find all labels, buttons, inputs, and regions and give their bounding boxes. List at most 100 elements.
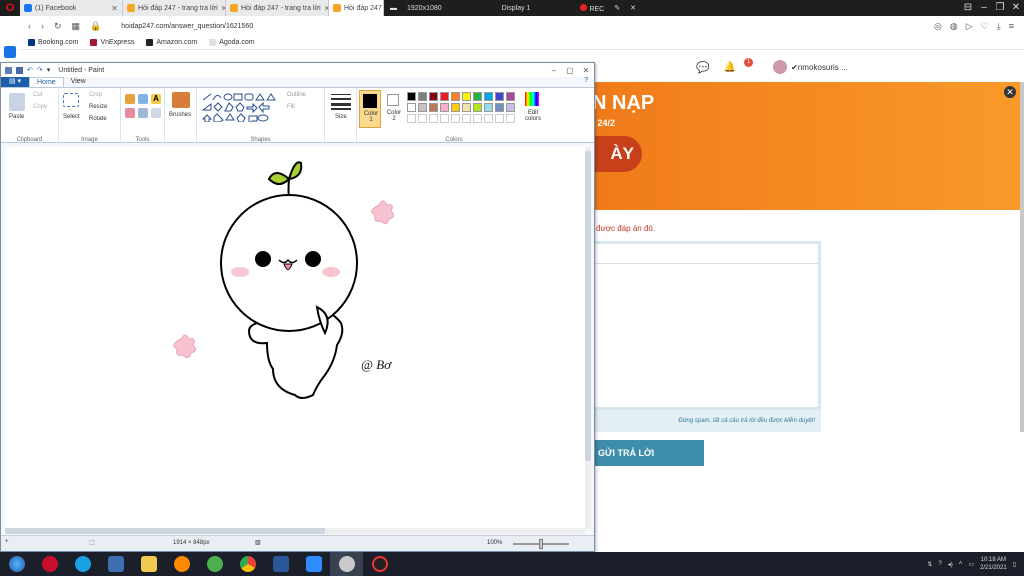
- palette-swatch[interactable]: [429, 92, 438, 101]
- bookmark-item[interactable]: Booking.com: [28, 39, 78, 46]
- banner-button[interactable]: ÀY: [592, 136, 642, 172]
- bookmark-item[interactable]: Agoda.com: [209, 39, 255, 46]
- paste-icon[interactable]: [9, 93, 25, 111]
- save-icon[interactable]: [16, 66, 23, 74]
- volume-icon[interactable]: ◂): [948, 561, 953, 568]
- battery-icon[interactable]: ▭: [968, 561, 974, 568]
- fill-button[interactable]: Fill: [287, 104, 295, 110]
- copy-button[interactable]: Copy: [33, 104, 47, 110]
- taskbar-explorer[interactable]: [132, 552, 165, 576]
- bell-icon[interactable]: 🔔: [724, 62, 736, 73]
- brush-icon[interactable]: [172, 92, 190, 108]
- dropdown-icon[interactable]: ▾: [47, 66, 51, 74]
- select-icon[interactable]: [63, 93, 79, 107]
- edit-colors-button[interactable]: Edit colors: [521, 110, 545, 122]
- brushes-button[interactable]: Brushes: [169, 112, 191, 118]
- color2-selector[interactable]: Color 2: [383, 90, 405, 128]
- resize-button[interactable]: Resize: [89, 104, 107, 110]
- download-icon[interactable]: ⤓: [997, 21, 1001, 32]
- taskbar-paint[interactable]: [330, 552, 363, 576]
- taskbar-word[interactable]: [264, 552, 297, 576]
- cut-button[interactable]: Cut: [33, 92, 42, 98]
- palette-swatch[interactable]: [429, 103, 438, 112]
- zoom-slider-knob[interactable]: [539, 539, 543, 549]
- rotate-button[interactable]: Rotate: [89, 116, 107, 122]
- canvas-horizontal-scrollbar[interactable]: [5, 528, 585, 534]
- scroll-thumb[interactable]: [5, 528, 325, 534]
- palette-swatch-empty[interactable]: [440, 114, 449, 123]
- palette-swatch[interactable]: [462, 92, 471, 101]
- palette-swatch-empty[interactable]: [462, 114, 471, 123]
- color1-selector[interactable]: Color 1: [359, 90, 381, 128]
- palette-swatch[interactable]: [473, 92, 482, 101]
- palette-swatch[interactable]: [484, 103, 493, 112]
- bookmark-item[interactable]: VnExpress: [90, 39, 134, 46]
- palette-swatch-empty[interactable]: [506, 114, 515, 123]
- reload-icon[interactable]: ↻: [54, 21, 62, 32]
- tab-view[interactable]: View: [64, 77, 93, 87]
- drawing-canvas[interactable]: @ Bơ: [5, 147, 585, 529]
- help-icon[interactable]: ?: [584, 77, 594, 87]
- notifications-icon[interactable]: ▯: [1013, 561, 1016, 568]
- undo-icon[interactable]: ↶: [27, 66, 33, 74]
- menu-icon[interactable]: ≡: [1009, 21, 1014, 32]
- close-icon[interactable]: ✕: [578, 66, 594, 75]
- browser-tab[interactable]: (1) Facebook ✕: [20, 0, 123, 16]
- palette-swatch[interactable]: [451, 103, 460, 112]
- taskbar-opera[interactable]: [33, 552, 66, 576]
- camera-icon[interactable]: ◎: [934, 21, 942, 32]
- palette-swatch-empty[interactable]: [407, 114, 416, 123]
- palette-swatch[interactable]: [506, 92, 515, 101]
- scroll-thumb[interactable]: [585, 151, 591, 461]
- crop-button[interactable]: Crop: [89, 92, 102, 98]
- palette-swatch[interactable]: [484, 92, 493, 101]
- close-icon[interactable]: ✕: [1004, 86, 1016, 98]
- browser-tab[interactable]: Hỏi đáp 247 - trang tra lời ✕: [226, 0, 329, 16]
- bookmark-item[interactable]: Amazon.com: [146, 39, 197, 46]
- maximize-icon[interactable]: ▢: [562, 66, 578, 75]
- send-answer-button[interactable]: GỬI TRẢ LỜI: [592, 440, 704, 466]
- page-scrollbar[interactable]: [1020, 82, 1024, 432]
- palette-swatch[interactable]: [440, 92, 449, 101]
- pin-icon[interactable]: ⊟: [960, 0, 976, 16]
- back-icon[interactable]: ‹: [28, 21, 31, 31]
- fill-bucket-icon[interactable]: [138, 94, 148, 104]
- opera-logo-icon[interactable]: O: [0, 0, 20, 16]
- chevron-up-icon[interactable]: ˄: [959, 561, 963, 567]
- palette-swatch[interactable]: [473, 103, 482, 112]
- outline-button[interactable]: Outline: [287, 92, 306, 98]
- taskbar-recorder[interactable]: [363, 552, 396, 576]
- file-menu-button[interactable]: ▤ ▾: [1, 77, 29, 87]
- palette-swatch[interactable]: [418, 103, 427, 112]
- answer-editor[interactable]: [592, 241, 821, 410]
- browser-tab[interactable]: Hỏi đáp 247 - trang tra lời ✕: [123, 0, 226, 16]
- palette-swatch[interactable]: [495, 103, 504, 112]
- avatar[interactable]: [773, 60, 788, 74]
- chat-icon[interactable]: 💬: [696, 61, 710, 74]
- grid-icon[interactable]: ▦: [72, 21, 81, 32]
- palette-swatch-empty[interactable]: [429, 114, 438, 123]
- paste-button[interactable]: Paste: [9, 114, 24, 120]
- minimize-icon[interactable]: –: [976, 0, 992, 16]
- help-icon[interactable]: ?: [938, 561, 941, 567]
- play-icon[interactable]: ▷: [966, 21, 973, 32]
- magnifier-icon[interactable]: [151, 108, 161, 118]
- palette-swatch-empty[interactable]: [418, 114, 427, 123]
- rec-indicator[interactable]: REC: [580, 3, 604, 13]
- forward-icon[interactable]: ›: [41, 21, 44, 31]
- network-icon[interactable]: ⇅: [927, 561, 932, 568]
- clock[interactable]: 10:18 AM 2/21/2021: [980, 556, 1007, 572]
- browser-tab-active[interactable]: Hỏi đáp 247: [329, 0, 384, 16]
- taskbar-firefox[interactable]: [165, 552, 198, 576]
- edit-colors-icon[interactable]: [525, 92, 539, 106]
- palette-swatch-empty[interactable]: [484, 114, 493, 123]
- palette-swatch[interactable]: [407, 103, 416, 112]
- color-picker-icon[interactable]: [138, 108, 148, 118]
- url-field[interactable]: hoidap247.com/answer_question/1621560: [121, 23, 253, 30]
- size-button[interactable]: Size: [335, 114, 347, 120]
- palette-swatch[interactable]: [506, 103, 515, 112]
- select-button[interactable]: Select: [63, 114, 80, 120]
- taskbar-chrome[interactable]: [231, 552, 264, 576]
- palette-swatch[interactable]: [407, 92, 416, 101]
- taskbar-media[interactable]: [99, 552, 132, 576]
